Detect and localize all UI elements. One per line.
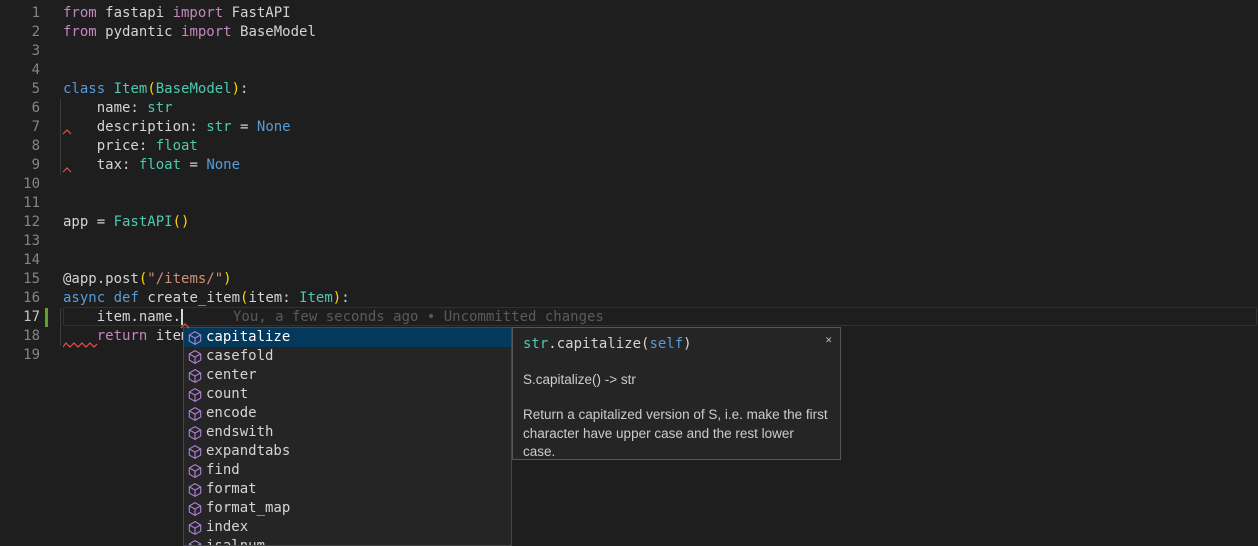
line-number: 11 xyxy=(0,194,40,213)
autocomplete-item[interactable]: center xyxy=(184,366,511,385)
autocomplete-item-label: capitalize xyxy=(206,328,290,347)
method-icon xyxy=(187,425,203,441)
method-icon xyxy=(187,330,203,346)
code-line[interactable]: app = FastAPI() xyxy=(63,213,189,232)
autocomplete-item[interactable]: count xyxy=(184,385,511,404)
autocomplete-item-label: isalnum xyxy=(206,537,265,546)
method-icon xyxy=(187,368,203,384)
line-number: 19 xyxy=(0,346,40,365)
code-line[interactable]: @app.post("/items/") xyxy=(63,270,232,289)
line-number: 13 xyxy=(0,232,40,251)
autocomplete-item[interactable]: capitalize xyxy=(184,328,511,347)
line-number: 12 xyxy=(0,213,40,232)
code-line[interactable]: name: str xyxy=(63,99,173,118)
method-icon xyxy=(187,463,203,479)
code-line[interactable]: from pydantic import BaseModel xyxy=(63,23,316,42)
code-line[interactable]: from fastapi import FastAPI xyxy=(63,4,291,23)
method-icon xyxy=(187,349,203,365)
method-signature: str.capitalize(self) xyxy=(513,328,840,354)
close-icon[interactable]: ✕ xyxy=(825,334,832,345)
indent-guide xyxy=(60,99,61,175)
line-number: 5 xyxy=(0,80,40,99)
line-number: 10 xyxy=(0,175,40,194)
autocomplete-item-label: encode xyxy=(206,404,257,423)
autocomplete-item-label: index xyxy=(206,518,248,537)
line-number: 16 xyxy=(0,289,40,308)
git-blame-annotation: You, a few seconds ago • Uncommitted cha… xyxy=(233,308,604,327)
autocomplete-item[interactable]: index xyxy=(184,518,511,537)
autocomplete-item[interactable]: endswith xyxy=(184,423,511,442)
error-squiggle-icon xyxy=(62,129,73,135)
method-icon xyxy=(187,387,203,403)
code-line[interactable]: tax: float = None xyxy=(63,156,240,175)
autocomplete-item-label: expandtabs xyxy=(206,442,290,461)
line-number: 8 xyxy=(0,137,40,156)
line-number: 6 xyxy=(0,99,40,118)
autocomplete-item-label: center xyxy=(206,366,257,385)
docs-description: Return a capitalized version of S, i.e. … xyxy=(513,406,840,470)
autocomplete-list[interactable]: capitalize casefold center count encode … xyxy=(183,327,512,546)
line-number: 17 xyxy=(0,308,40,327)
line-number: 14 xyxy=(0,251,40,270)
gutter-modified-indicator xyxy=(45,308,48,327)
autocomplete-item-label: format xyxy=(206,480,257,499)
method-icon xyxy=(187,406,203,422)
code-line[interactable]: async def create_item(item: Item): xyxy=(63,289,350,308)
autocomplete-item-label: find xyxy=(206,461,240,480)
code-line[interactable]: description: str = None xyxy=(63,118,291,137)
autocomplete-item[interactable]: expandtabs xyxy=(184,442,511,461)
line-number: 2 xyxy=(0,23,40,42)
line-number: 4 xyxy=(0,61,40,80)
line-number: 7 xyxy=(0,118,40,137)
autocomplete-item[interactable]: format xyxy=(184,480,511,499)
error-squiggle-icon xyxy=(62,167,73,173)
line-number: 18 xyxy=(0,327,40,346)
autocomplete-item-label: endswith xyxy=(206,423,273,442)
autocomplete-item-label: casefold xyxy=(206,347,273,366)
line-number: 15 xyxy=(0,270,40,289)
code-editor: 12345678910111213141516171819 from fasta… xyxy=(0,0,1258,546)
method-icon xyxy=(187,501,203,517)
method-icon xyxy=(187,444,203,460)
error-squiggle-icon xyxy=(63,342,98,348)
indent-guide xyxy=(60,308,61,346)
line-number: 3 xyxy=(0,42,40,61)
autocomplete-item[interactable]: casefold xyxy=(184,347,511,366)
autocomplete-item[interactable]: format_map xyxy=(184,499,511,518)
method-icon xyxy=(187,482,203,498)
error-squiggle-icon xyxy=(180,323,191,329)
autocomplete-item-label: format_map xyxy=(206,499,290,518)
line-number: 9 xyxy=(0,156,40,175)
method-icon xyxy=(187,520,203,536)
autocomplete-item[interactable]: encode xyxy=(184,404,511,423)
autocomplete-docs-panel: ✕ str.capitalize(self) S.capitalize() ->… xyxy=(512,327,841,460)
method-icon xyxy=(187,539,203,546)
code-line[interactable]: class Item(BaseModel): xyxy=(63,80,248,99)
autocomplete-item-label: count xyxy=(206,385,248,404)
line-number: 1 xyxy=(0,4,40,23)
autocomplete-item[interactable]: find xyxy=(184,461,511,480)
docs-summary: S.capitalize() -> str xyxy=(513,370,840,389)
autocomplete-item[interactable]: isalnum xyxy=(184,537,511,546)
code-line[interactable]: item.name. xyxy=(63,308,181,327)
code-line[interactable]: price: float xyxy=(63,137,198,156)
